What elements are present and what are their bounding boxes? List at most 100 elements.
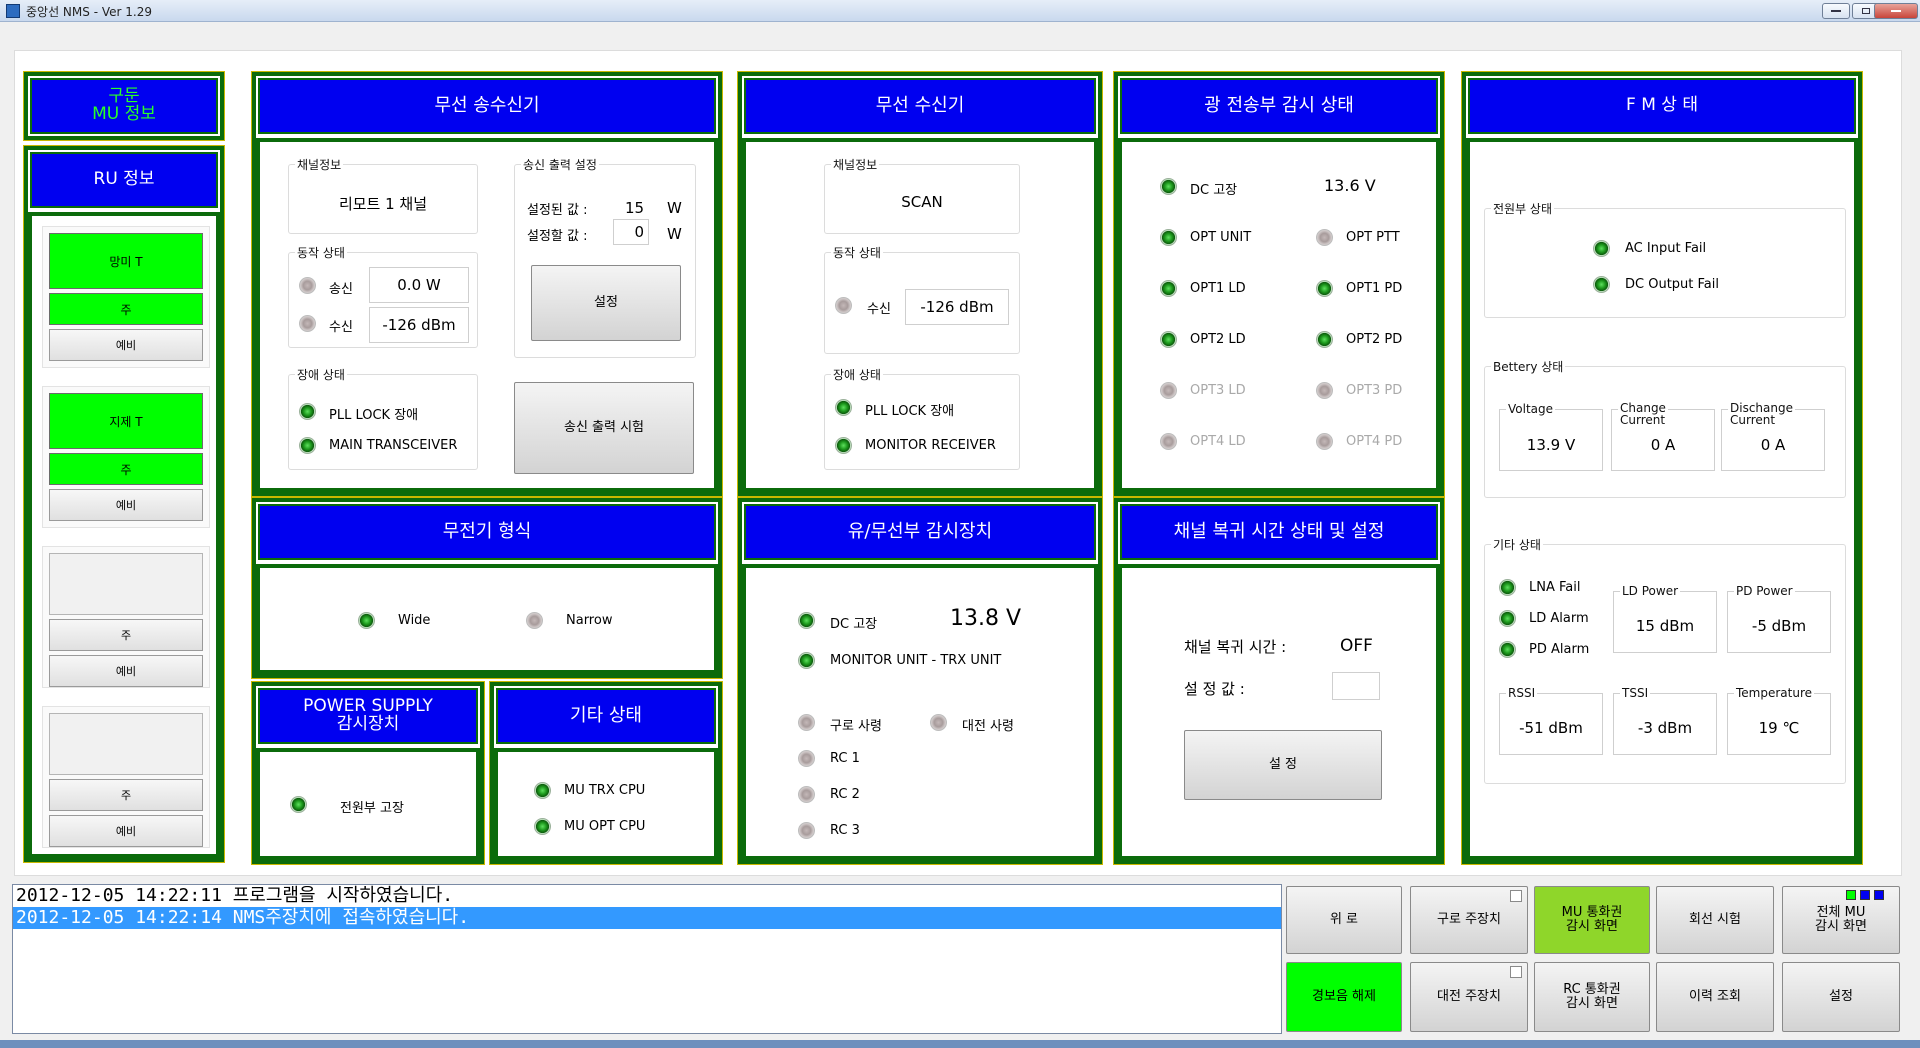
app-icon xyxy=(6,4,20,18)
change-current-label: Change Current xyxy=(1618,401,1668,427)
ru-spare-button[interactable]: 예비 xyxy=(49,329,203,361)
tx-channel-value: 리모트 1 채널 xyxy=(338,195,428,213)
mu-trx-cpu-led xyxy=(534,782,551,799)
recovery-set-input[interactable] xyxy=(1332,672,1380,700)
etc-status-panel: 기타 상태 MU TRX CPU MU OPT CPU xyxy=(489,681,723,865)
log-line[interactable]: 2012-12-05 14:22:11 프로그램을 시작하였습니다. xyxy=(13,885,1281,907)
tx-set-button[interactable]: 설정 xyxy=(531,265,681,341)
ru-spare-button[interactable]: 예비 xyxy=(49,655,203,687)
rx-panel: 무선 수신기 채널정보 SCAN 동작 상태 수신 -126 dBm 장애 상태… xyxy=(737,71,1103,497)
tx-output-group: 송신 출력 설정 설정된 값 : 15 W 설정할 값 : 0 W 설정 xyxy=(514,156,696,358)
log-line-selected[interactable]: 2012-12-05 14:22:14 NMS주장치에 접속하였습니다. xyxy=(13,907,1281,929)
monitor-unit-label: MONITOR UNIT - TRX UNIT xyxy=(830,653,1002,668)
history-button[interactable]: 이력 조회 xyxy=(1656,962,1774,1032)
tx-set-label: 설정된 값 : xyxy=(527,203,588,218)
recovery-set-button[interactable]: 설 정 xyxy=(1184,730,1382,800)
ru-list: 망미 T 주 예비 지제 T 주 예비 주 예비 주 예비 xyxy=(28,212,220,858)
ru-main-button[interactable]: 주 xyxy=(49,453,203,485)
rx-recv-value: -126 dBm xyxy=(905,289,1009,325)
opt-unit-label: OPT UNIT xyxy=(1190,230,1252,245)
dc-fail-led xyxy=(1593,276,1610,293)
ru-main-button[interactable]: 주 xyxy=(49,779,203,811)
rc-call-area-button[interactable]: RC 통화권 감시 화면 xyxy=(1534,962,1650,1032)
tx-new-unit: W xyxy=(667,225,682,243)
etc-status-body: MU TRX CPU MU OPT CPU xyxy=(494,748,718,860)
voltage-label: Voltage xyxy=(1506,402,1556,416)
tx-channel-group: 채널정보 리모트 1 채널 xyxy=(288,156,478,234)
mu-call-area-button[interactable]: MU 통화권 감시 화면 xyxy=(1534,886,1650,954)
opt3-pd-label: OPT3 PD xyxy=(1346,383,1403,398)
wide-led xyxy=(358,612,375,629)
tx-test-button[interactable]: 송신 출력 시험 xyxy=(514,382,694,474)
title-bar: 중앙선 NMS - Ver 1.29 xyxy=(0,0,1920,22)
opt-dc-label: DC 고장 xyxy=(1190,183,1238,198)
line-test-button[interactable]: 회선 시험 xyxy=(1656,886,1774,954)
minimize-button[interactable] xyxy=(1822,3,1850,19)
recovery-panel: 채널 복귀 시간 상태 및 설정 채널 복귀 시간 : OFF 설 정 값 : … xyxy=(1113,497,1445,865)
narrow-label: Narrow xyxy=(566,613,613,628)
rx-operation-label: 동작 상태 xyxy=(831,244,883,261)
dc-fail-label: DC Output Fail xyxy=(1625,277,1719,292)
ru-group: 지제 T 주 예비 xyxy=(42,386,210,528)
settings-button[interactable]: 설정 xyxy=(1782,962,1900,1032)
tx-pll-led xyxy=(299,403,316,420)
temperature-value: 19 ℃ xyxy=(1758,719,1800,737)
ru-station-button[interactable]: 망미 T xyxy=(49,233,203,289)
rx-monitor-label: MONITOR RECEIVER xyxy=(865,438,996,453)
daejeon-checkbox[interactable] xyxy=(1510,966,1522,978)
wired-dc-led xyxy=(798,612,815,629)
discharge-current-value: 0 A xyxy=(1760,436,1786,454)
fm-battery-group: Bettery 상태 Voltage 13.9 V Change Current… xyxy=(1484,358,1846,498)
tssi-box: TSSI -3 dBm xyxy=(1613,686,1717,755)
fm-etc-group: 기타 상태 LNA Fail LD Alarm PD Alarm LD Powe… xyxy=(1484,536,1846,784)
wired-monitor-body: DC 고장 13.8 V MONITOR UNIT - TRX UNIT 구로 … xyxy=(742,564,1098,860)
recovery-set-label: 설 정 값 : xyxy=(1184,680,1245,698)
ru-info-panel: RU 정보 망미 T 주 예비 지제 T 주 예비 주 예비 주 예비 xyxy=(23,145,225,863)
recovery-time-label: 채널 복귀 시간 : xyxy=(1184,638,1287,656)
optical-panel: 광 전송부 감시 상태 DC 고장 13.6 V OPT UNIT OPT PT… xyxy=(1113,71,1445,497)
power-fault-label: 전원부 고장 xyxy=(340,801,404,816)
pd-power-box: PD Power -5 dBm xyxy=(1727,584,1831,653)
ru-station-button[interactable]: 지제 T xyxy=(49,393,203,449)
discharge-current-label: Dischange Current xyxy=(1728,401,1795,427)
tx-fault-label: 장애 상태 xyxy=(295,366,347,383)
fm-etc-label: 기타 상태 xyxy=(1491,536,1543,553)
rssi-box: RSSI -51 dBm xyxy=(1499,686,1603,755)
status-square-blue xyxy=(1874,890,1884,900)
close-button[interactable] xyxy=(1874,3,1918,19)
rx-body: 채널정보 SCAN 동작 상태 수신 -126 dBm 장애 상태 PLL LO… xyxy=(742,138,1098,492)
mu-info-header[interactable]: 구둔 MU 정보 xyxy=(30,78,218,134)
opt2-pd-label: OPT2 PD xyxy=(1346,332,1403,347)
optical-body: DC 고장 13.6 V OPT UNIT OPT PTT OPT1 LD OP… xyxy=(1118,138,1440,492)
ru-spare-button[interactable]: 예비 xyxy=(49,489,203,521)
temperature-label: Temperature xyxy=(1734,686,1815,700)
voltage-box: Voltage 13.9 V xyxy=(1499,402,1603,471)
ru-station-button[interactable] xyxy=(49,713,203,775)
opt1-pd-label: OPT1 PD xyxy=(1346,281,1403,296)
fm-power-group: 전원부 상태 AC Input Fail DC Output Fail xyxy=(1484,200,1846,318)
pd-power-value: -5 dBm xyxy=(1751,617,1807,635)
opt3-pd-led xyxy=(1316,382,1333,399)
pd-alarm-label: PD Alarm xyxy=(1529,642,1590,657)
alarm-off-button[interactable]: 경보음 해제 xyxy=(1286,962,1402,1032)
event-log[interactable]: 2012-12-05 14:22:11 프로그램을 시작하였습니다. 2012-… xyxy=(12,884,1282,1034)
tx-main-label: MAIN TRANSCEIVER xyxy=(329,438,458,453)
guro-checkbox[interactable] xyxy=(1510,890,1522,902)
tx-operation-label: 동작 상태 xyxy=(295,244,347,261)
ru-spare-button[interactable]: 예비 xyxy=(49,815,203,847)
tx-recv-led xyxy=(299,315,316,332)
ru-main-button[interactable]: 주 xyxy=(49,619,203,651)
opt-dc-value: 13.6 V xyxy=(1324,176,1376,195)
up-button[interactable]: 위 로 xyxy=(1286,886,1402,954)
rx-fault-group: 장애 상태 PLL LOCK 장애 MONITOR RECEIVER xyxy=(824,366,1020,470)
optical-header: 광 전송부 감시 상태 xyxy=(1120,78,1438,134)
daejeon-led xyxy=(930,714,947,731)
tx-operation-group: 동작 상태 송신 0.0 W 수신 -126 dBm xyxy=(288,244,478,348)
ru-station-button[interactable] xyxy=(49,553,203,615)
tx-pll-label: PLL LOCK 장애 xyxy=(329,408,419,423)
tx-new-input[interactable]: 0 xyxy=(613,219,649,245)
wired-dc-label: DC 고장 xyxy=(830,617,878,632)
ru-main-button[interactable]: 주 xyxy=(49,293,203,325)
pd-power-label: PD Power xyxy=(1734,584,1795,598)
voltage-value: 13.9 V xyxy=(1526,436,1576,454)
